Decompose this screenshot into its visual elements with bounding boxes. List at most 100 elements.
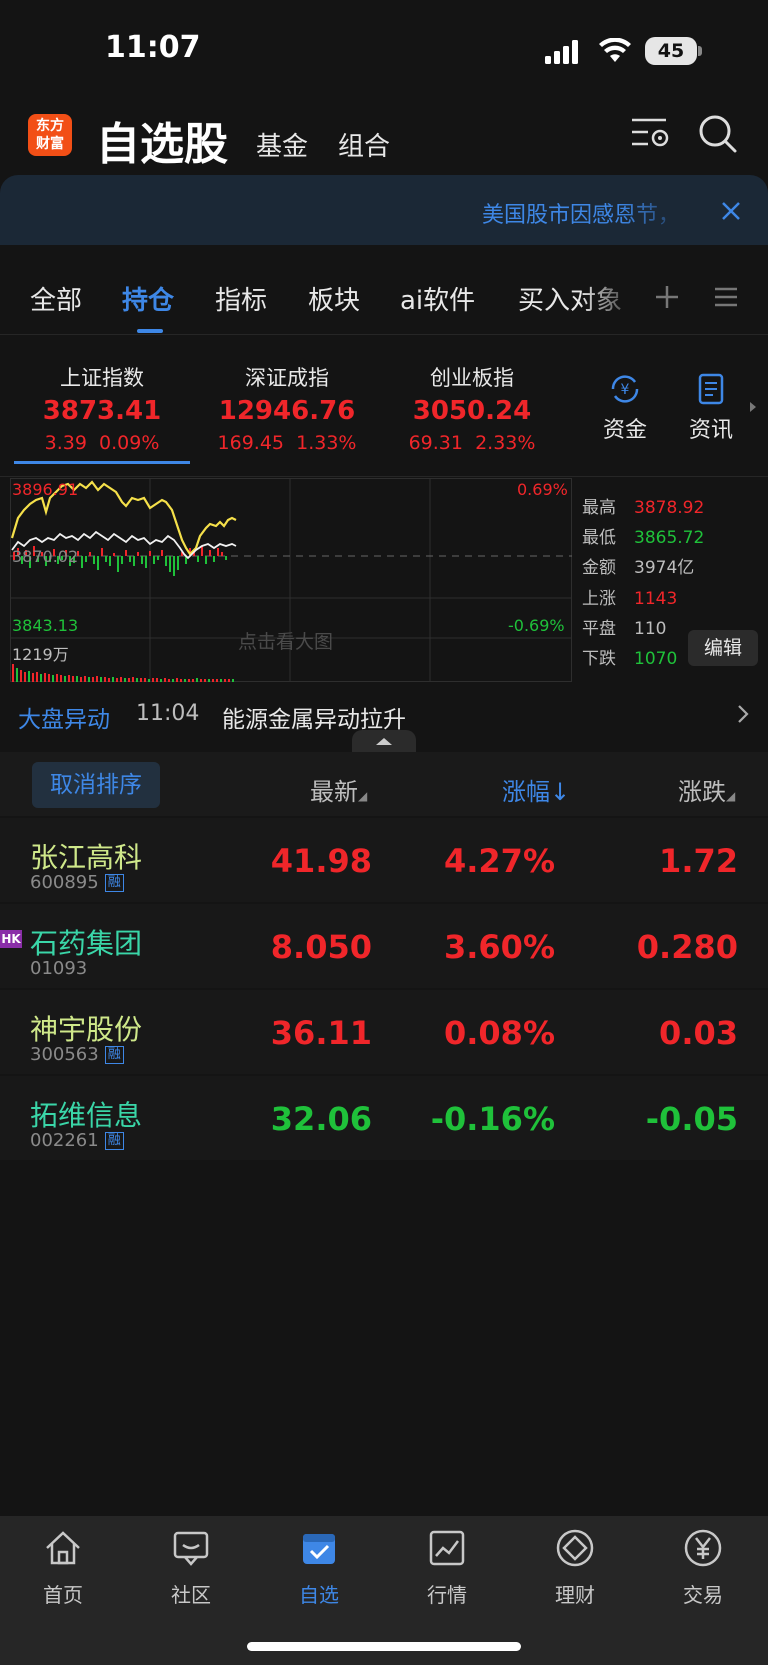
stock-change: 0.280 (636, 928, 738, 966)
stock-price: 41.98 (270, 842, 372, 880)
stock-code: 600895 融 (30, 872, 124, 893)
index-name: 创业板指 (430, 366, 514, 390)
index-change: 69.31 (408, 432, 463, 454)
stock-name: 张江高科 (30, 841, 143, 874)
collapse-handle[interactable] (352, 730, 416, 752)
alert-tag: 大盘异动 (18, 707, 110, 733)
column-change[interactable]: 涨跌◢ (678, 772, 768, 807)
news-button[interactable]: 资讯 (684, 372, 738, 444)
logo-line-1: 东方 (36, 118, 64, 134)
chart-hint[interactable]: 点击看大图 (238, 627, 333, 654)
index-change: 3.39 (44, 432, 87, 454)
column-change-pct[interactable]: 涨幅↓ (502, 772, 570, 807)
nav-market[interactable]: 行情 (397, 1524, 497, 1608)
column-latest[interactable]: 最新◢ (310, 772, 367, 807)
nav-trade[interactable]: 交易 (653, 1524, 753, 1608)
tab-holdings[interactable]: 持仓 (122, 280, 174, 317)
stock-change: -0.05 (645, 1100, 738, 1138)
index-chinext[interactable]: 创业板指 3050.24 69.31 2.33% (382, 362, 562, 454)
wealth-icon (556, 1529, 594, 1567)
alert-text[interactable]: 能源金属异动拉升 (222, 700, 406, 734)
header-tab-portfolio[interactable]: 组合 (338, 126, 390, 163)
alert-time: 11:04 (136, 701, 200, 726)
nav-label: 行情 (427, 1583, 467, 1607)
chevron-right-icon[interactable] (736, 703, 750, 725)
funds-label: 资金 (602, 418, 647, 443)
index-pct: 1.33% (296, 432, 357, 454)
edit-button[interactable]: 编辑 (688, 630, 758, 666)
stock-code: 002261 融 (30, 1130, 124, 1151)
index-value: 12946.76 (218, 396, 356, 426)
index-name: 上证指数 (60, 366, 144, 390)
index-selected-indicator (14, 461, 190, 464)
chart-pct-low: -0.69% (508, 616, 565, 635)
market-chart-icon (429, 1530, 465, 1566)
nav-community[interactable]: 社区 (141, 1524, 241, 1608)
news-icon (698, 373, 724, 405)
active-tab-indicator (137, 329, 163, 333)
cellular-signal-icon (545, 40, 578, 64)
tab-indicators[interactable]: 指标 (215, 280, 267, 317)
news-label: 资讯 (688, 418, 733, 443)
nav-label: 社区 (171, 1583, 211, 1607)
tab-sectors[interactable]: 板块 (308, 280, 360, 317)
tab-all[interactable]: 全部 (30, 280, 82, 317)
index-pct: 0.09% (99, 432, 160, 454)
margin-badge: 融 (104, 1132, 124, 1150)
stat-flat: 平盘 110 (582, 619, 667, 639)
battery-tip (698, 46, 702, 56)
tabs-fade (580, 270, 640, 320)
chevron-up-icon (376, 738, 392, 745)
menu-icon[interactable] (714, 285, 738, 309)
index-value: 3873.41 (42, 396, 162, 426)
index-value: 3050.24 (412, 396, 532, 426)
chevron-right-icon[interactable] (748, 400, 758, 414)
stock-pct: -0.16% (430, 1100, 555, 1138)
cancel-sort-button[interactable]: 取消排序 (32, 762, 160, 808)
index-shanghai[interactable]: 上证指数 3873.41 3.39 0.09% (12, 362, 192, 454)
stock-change: 0.03 (659, 1014, 738, 1052)
funds-icon: ¥ (611, 375, 639, 403)
nav-wealth[interactable]: 理财 (525, 1524, 625, 1608)
close-icon[interactable] (720, 200, 742, 222)
page-title: 自选股 (96, 119, 228, 170)
status-time: 11:07 (105, 30, 201, 65)
home-indicator[interactable] (247, 1642, 521, 1651)
home-icon (46, 1531, 80, 1565)
hk-badge: HK (0, 930, 22, 948)
funds-button[interactable]: ¥ 资金 (598, 372, 652, 444)
battery-indicator: 45 (645, 37, 697, 65)
stock-code: 01093 (30, 958, 88, 979)
watchlist-icon (303, 1534, 335, 1564)
margin-badge: 融 (104, 874, 124, 892)
nav-watchlist[interactable]: 自选 (269, 1524, 369, 1608)
stat-down: 下跌 1070 (582, 649, 678, 669)
stat-low: 最低 3865.72 (582, 528, 705, 548)
stock-price: 32.06 (270, 1100, 372, 1138)
svg-text:¥: ¥ (621, 382, 630, 398)
stock-code: 300563 融 (30, 1044, 124, 1065)
stat-high: 最高 3878.92 (582, 498, 705, 518)
nav-label: 理财 (555, 1583, 595, 1607)
wifi-icon (599, 38, 631, 62)
search-icon[interactable] (696, 112, 740, 156)
nav-label: 自选 (299, 1583, 339, 1607)
index-shenzhen[interactable]: 深证成指 12946.76 169.45 1.33% (197, 362, 377, 454)
nav-home[interactable]: 首页 (13, 1524, 113, 1608)
chat-icon (173, 1531, 209, 1566)
margin-badge: 融 (104, 1046, 124, 1064)
stock-pct: 0.08% (443, 1014, 555, 1052)
index-name: 深证成指 (245, 366, 329, 390)
stock-name: 拓维信息 (30, 1099, 143, 1132)
list-settings-icon[interactable] (628, 112, 672, 156)
chart-low-label: 3843.13 (12, 616, 79, 635)
category-tab-bar (0, 248, 768, 334)
index-change: 169.45 (217, 432, 285, 454)
add-group-icon[interactable] (654, 284, 680, 310)
stock-name: 神宇股份 (30, 1013, 143, 1046)
chart-high-label: 3896.91 (12, 480, 79, 499)
header-tab-funds[interactable]: 基金 (256, 126, 308, 163)
app-logo[interactable]: 东方 财富 (28, 114, 72, 156)
stock-pct: 4.27% (443, 842, 555, 880)
tab-ai-software[interactable]: ai软件 (400, 280, 475, 317)
